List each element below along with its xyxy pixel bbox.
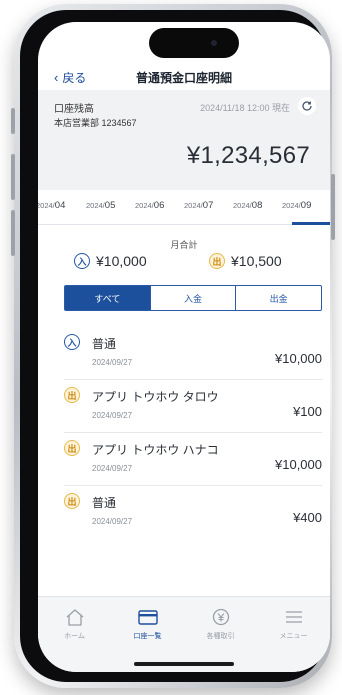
transaction-date: 2024/09/27 xyxy=(92,358,133,367)
withdrawal-total-amount: ¥10,500 xyxy=(231,253,282,269)
phone-frame: ‹ 戻る 普通預金口座明細 口座残高 本店営業部 1234567 2024/11… xyxy=(11,4,335,688)
tab-menu[interactable]: メニュー xyxy=(257,607,330,641)
transaction-name: アプリ トウホウ ハナコ xyxy=(92,443,219,457)
balance-label: 口座残高 xyxy=(54,104,94,115)
transaction-name: 普通 xyxy=(92,337,117,351)
tab-transactions-label: 各種取引 xyxy=(206,633,235,640)
dynamic-island xyxy=(149,28,239,58)
monthly-withdrawal-total: 出 ¥10,500 xyxy=(209,253,282,269)
tab-month-07[interactable]: 2024/07 xyxy=(184,200,213,211)
home-indicator xyxy=(134,662,234,666)
transaction-row[interactable]: 入 普通 2024/09/27 ¥10,000 xyxy=(64,327,322,380)
deposit-icon: 入 xyxy=(64,334,80,350)
transaction-amount: ¥400 xyxy=(293,510,322,525)
tab-month-05[interactable]: 2024/05 xyxy=(86,200,115,211)
page-title: 普通預金口座明細 xyxy=(135,71,232,85)
nav-bar: ‹ 戻る 普通預金口座明細 xyxy=(38,60,330,90)
menu-icon xyxy=(285,611,302,623)
yen-coin-icon xyxy=(212,608,229,626)
month-tabs: 2024/04 2024/05 2024/06 2024/07 2024/08 … xyxy=(38,190,330,225)
transaction-date: 2024/09/27 xyxy=(92,517,133,526)
tab-accounts[interactable]: 口座一覧 xyxy=(111,607,184,641)
balance-card: 口座残高 本店営業部 1234567 2024/11/18 12:00 現在 ¥… xyxy=(38,90,330,190)
deposit-icon: 入 xyxy=(74,253,90,269)
balance-amount: ¥1,234,567 xyxy=(186,142,310,169)
tab-home-label: ホーム xyxy=(64,633,85,640)
tab-month-09[interactable]: 2024/09 xyxy=(282,200,311,211)
tab-menu-label: メニュー xyxy=(279,633,308,640)
transaction-row[interactable]: 出 アプリ トウホウ ハナコ 2024/09/27 ¥10,000 xyxy=(64,433,322,486)
refresh-button[interactable] xyxy=(298,97,316,115)
tab-accounts-label: 口座一覧 xyxy=(133,633,162,640)
tab-transactions[interactable]: 各種取引 xyxy=(184,607,257,641)
monthly-deposit-total: 入 ¥10,000 xyxy=(74,253,147,269)
bottom-tab-bar: ホーム 口座一覧 各種取引 メニュー xyxy=(38,596,330,672)
withdrawal-icon: 出 xyxy=(64,493,80,509)
transaction-row[interactable]: 出 普通 2024/09/27 ¥400 xyxy=(64,486,322,538)
tab-month-04[interactable]: 2024/04 xyxy=(38,200,65,211)
deposit-total-amount: ¥10,000 xyxy=(96,253,147,269)
power-button xyxy=(331,174,335,240)
transaction-date: 2024/09/27 xyxy=(92,464,133,473)
withdrawal-icon: 出 xyxy=(64,440,80,456)
transaction-amount: ¥100 xyxy=(293,404,322,419)
filter-deposit[interactable]: 入金 xyxy=(149,286,236,310)
transaction-row[interactable]: 出 アプリ トウホウ タロウ 2024/09/27 ¥100 xyxy=(64,380,322,433)
home-icon xyxy=(66,609,83,626)
selected-month-indicator xyxy=(292,222,330,225)
withdrawal-icon: 出 xyxy=(64,387,80,403)
card-icon xyxy=(137,610,158,625)
withdrawal-icon: 出 xyxy=(209,253,225,269)
tab-month-06[interactable]: 2024/06 xyxy=(135,200,164,211)
transaction-amount: ¥10,000 xyxy=(275,351,322,366)
transaction-filter: すべて 入金 出金 xyxy=(64,285,322,311)
tab-month-08[interactable]: 2024/08 xyxy=(233,200,262,211)
filter-all[interactable]: すべて xyxy=(65,286,150,310)
tab-home[interactable]: ホーム xyxy=(38,607,111,641)
transaction-name: 普通 xyxy=(92,496,117,510)
refresh-icon xyxy=(302,101,312,111)
balance-timestamp: 2024/11/18 12:00 現在 xyxy=(200,103,290,113)
filter-withdrawal[interactable]: 出金 xyxy=(235,286,321,310)
monthly-total-label: 月合計 xyxy=(170,240,198,250)
app-screen: ‹ 戻る 普通預金口座明細 口座残高 本店営業部 1234567 2024/11… xyxy=(38,22,330,672)
mute-switch xyxy=(11,108,15,134)
volume-up-button xyxy=(11,154,15,200)
volume-down-button xyxy=(11,210,15,256)
transaction-name: アプリ トウホウ タロウ xyxy=(92,390,219,404)
transaction-list: 入 普通 2024/09/27 ¥10,000 出 アプリ トウホウ タロウ 2… xyxy=(64,327,322,538)
transaction-amount: ¥10,000 xyxy=(275,457,322,472)
transaction-date: 2024/09/27 xyxy=(92,411,133,420)
branch-account: 本店営業部 1234567 xyxy=(54,118,137,128)
